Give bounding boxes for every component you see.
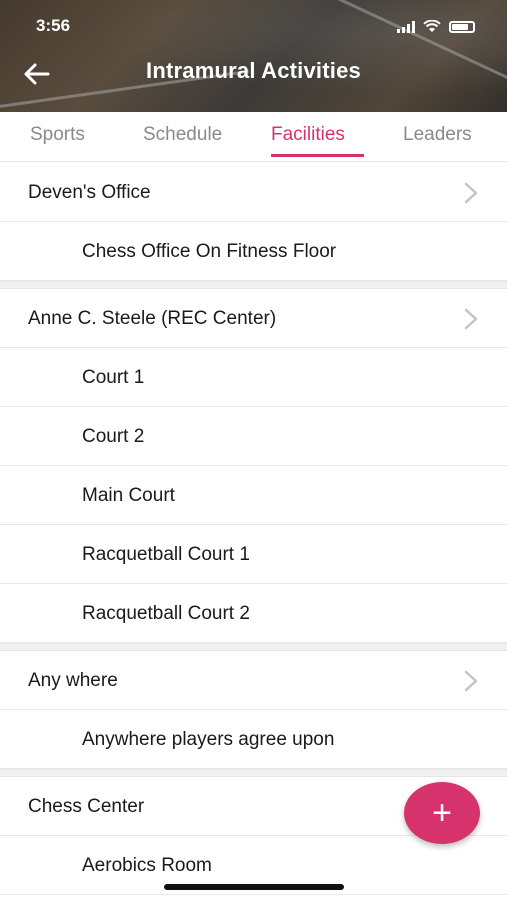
- facility-item[interactable]: Racquetball Court 1: [0, 525, 507, 584]
- chevron-right-icon: [464, 670, 478, 692]
- facility-item-name: Chess Office On Fitness Floor: [82, 241, 337, 262]
- battery-icon: [449, 20, 475, 33]
- facility-group-header[interactable]: Deven's Office: [0, 163, 507, 222]
- home-indicator: [164, 884, 344, 890]
- facility-item-name: Court 2: [82, 426, 145, 447]
- chevron-right-icon: [464, 308, 478, 330]
- facility-group-name: Deven's Office: [28, 182, 151, 203]
- section-divider: [0, 643, 507, 651]
- section-divider: [0, 769, 507, 777]
- facility-group-header[interactable]: Anne C. Steele (REC Center): [0, 289, 507, 348]
- facility-item-name: Main Court: [82, 485, 175, 506]
- page-title: Intramural Activities: [146, 58, 361, 83]
- tab-leaders[interactable]: Leaders: [403, 124, 472, 146]
- facility-item[interactable]: Court 1: [0, 348, 507, 407]
- facility-item[interactable]: Main Court: [0, 466, 507, 525]
- add-facility-button[interactable]: +: [404, 782, 480, 844]
- active-tab-indicator: [271, 154, 364, 157]
- status-bar: 3:56: [0, 14, 507, 42]
- facility-item[interactable]: Anywhere players agree upon: [0, 710, 507, 769]
- tab-sports[interactable]: Sports: [30, 124, 85, 146]
- facility-group-name: Chess Center: [28, 796, 145, 817]
- chevron-right-icon: [464, 182, 478, 204]
- facility-item-name: Anywhere players agree upon: [82, 729, 335, 750]
- facility-item[interactable]: Racquetball Court 2: [0, 584, 507, 643]
- plus-icon: +: [432, 794, 452, 832]
- tab-schedule[interactable]: Schedule: [143, 124, 222, 146]
- header-banner: 3:56 Intramural Activities: [0, 0, 507, 112]
- facility-group-name: Anne C. Steele (REC Center): [28, 308, 277, 329]
- tab-facilities[interactable]: Facilities: [271, 124, 345, 146]
- section-divider: [0, 281, 507, 289]
- tab-bar: Sports Schedule Facilities Leaders: [0, 112, 507, 162]
- facility-group-name: Any where: [28, 670, 118, 691]
- facility-item-name: Racquetball Court 1: [82, 544, 250, 565]
- wifi-icon: [423, 20, 441, 32]
- facility-group-header[interactable]: Any where: [0, 651, 507, 710]
- status-icons: [397, 20, 475, 33]
- facility-item-name: Racquetball Court 2: [82, 603, 250, 624]
- facility-item[interactable]: Court 2: [0, 407, 507, 466]
- cellular-signal-icon: [397, 20, 415, 33]
- facility-item-name: Court 1: [82, 367, 145, 388]
- facility-item-name: Aerobics Room: [82, 855, 212, 876]
- status-time: 3:56: [36, 16, 71, 35]
- facility-item[interactable]: Chess Office On Fitness Floor: [0, 222, 507, 281]
